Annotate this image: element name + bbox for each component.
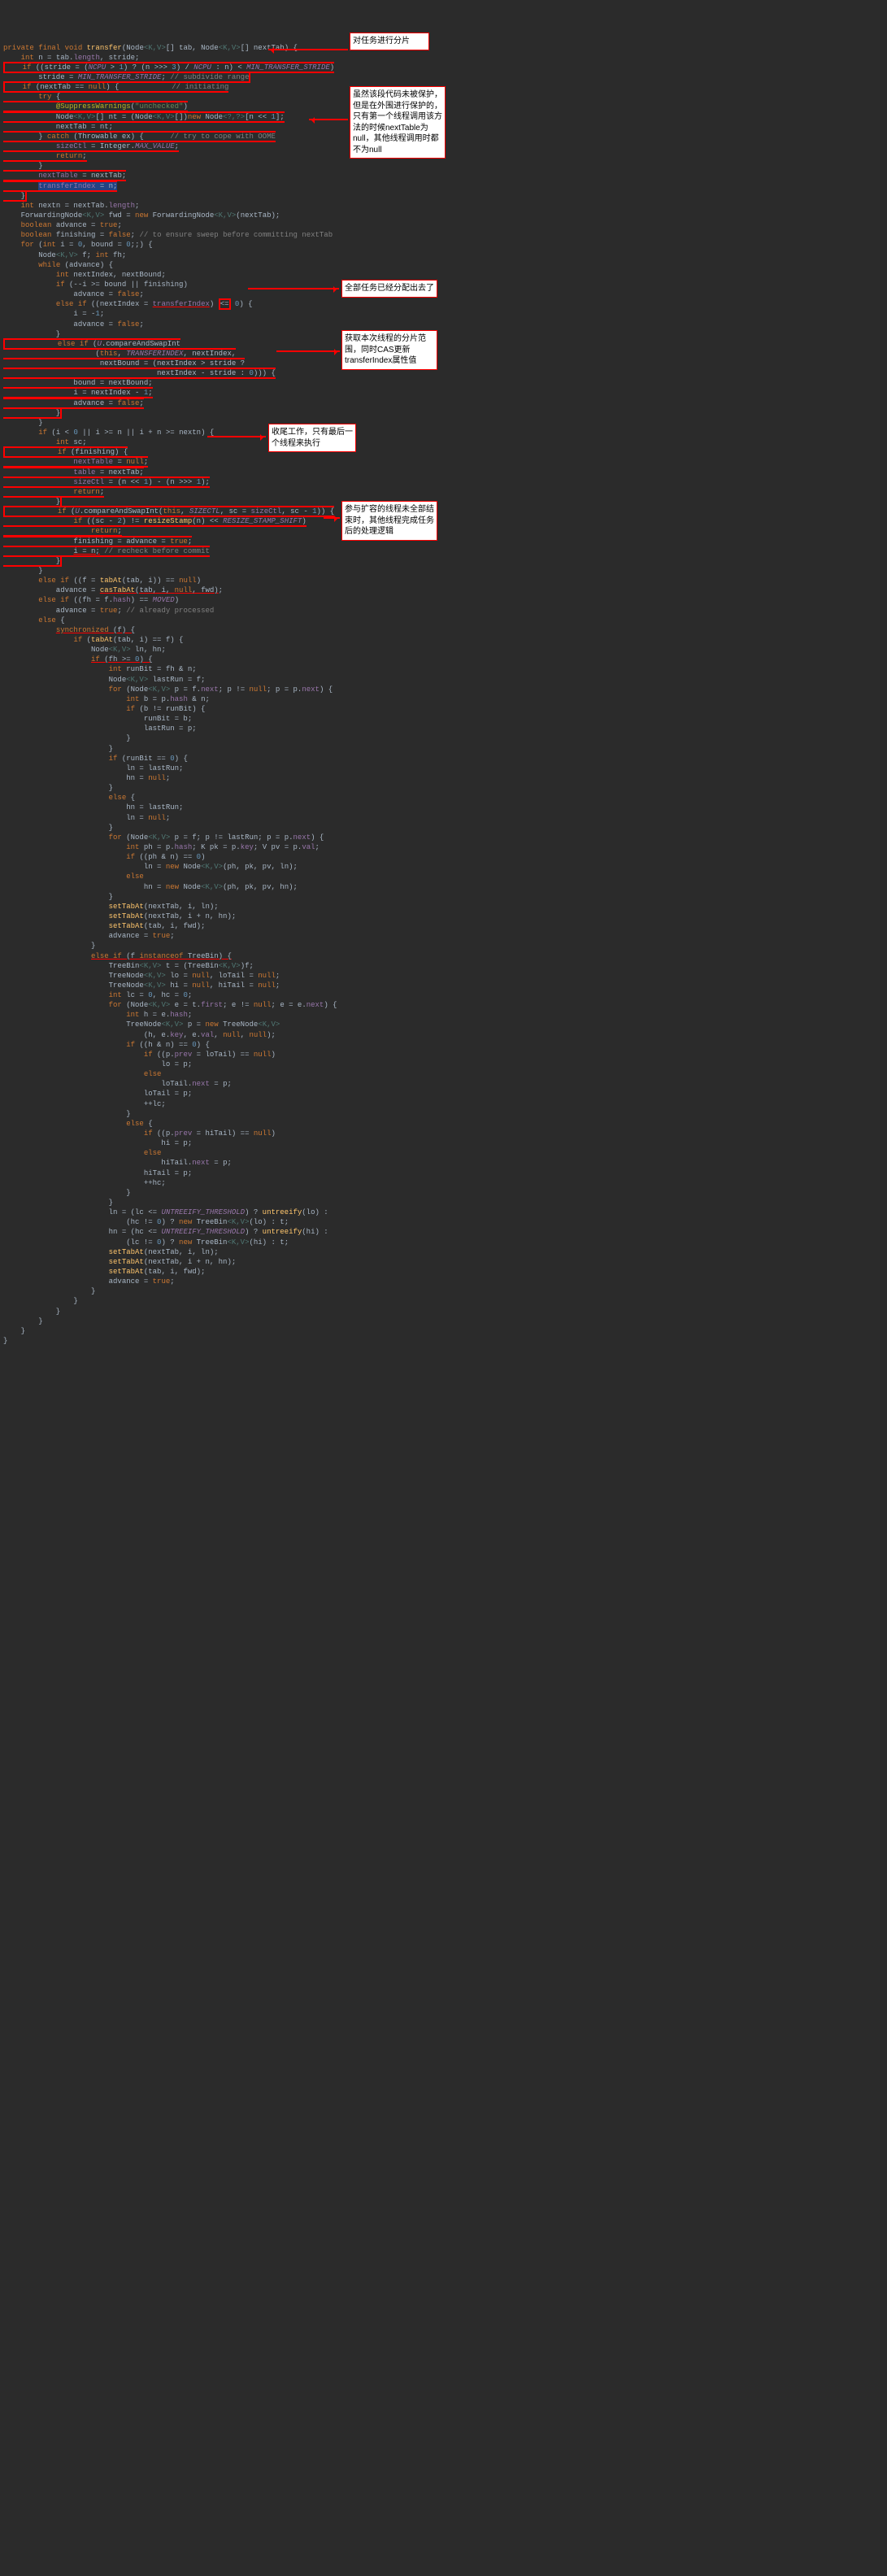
annotation-6: 参与扩容的线程未全部结束时，其他线程完成任务后的处理逻辑 [341, 501, 437, 541]
line: if (nextTab == null) { // initiating try… [3, 81, 285, 202]
line: int n = tab.length, stride; [3, 54, 139, 62]
arrow-2 [309, 119, 348, 120]
code-viewer: private final void transfer(Node<K,V>[] … [0, 29, 887, 1477]
arrow-4 [276, 350, 340, 352]
annotation-4: 获取本次线程的分片范围，同时CAS更新transferIndex属性值 [341, 330, 437, 370]
arrow-5 [207, 436, 266, 437]
line: private final void transfer(Node<K,V>[] … [3, 44, 298, 52]
arrow-3 [248, 288, 339, 289]
annotation-3: 全部任务已经分配出去了 [341, 280, 437, 298]
annotation-5: 收尾工作，只有最后一个线程来执行 [268, 424, 356, 452]
arrow-6 [324, 517, 340, 519]
annotation-2: 虽然该段代码未被保护，但是在外围进行保护的，只有第一个线程调用该方法的时候nex… [350, 86, 446, 159]
line: if ((stride = (NCPU > 1) ? (n >>> 3) / N… [3, 62, 334, 83]
annotation-1: 对任务进行分片 [350, 33, 429, 50]
arrow-1 [268, 49, 348, 50]
